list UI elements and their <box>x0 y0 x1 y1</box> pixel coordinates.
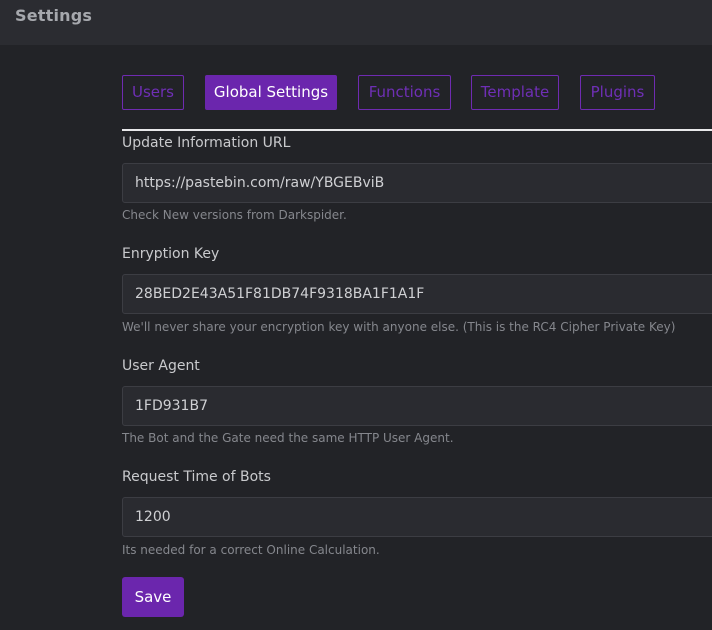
tabs-divider <box>122 129 712 131</box>
user-agent-input[interactable]: 1FD931B7 <box>122 386 712 426</box>
tab-functions[interactable]: Functions <box>358 75 451 110</box>
request-time-help: Its needed for a correct Online Calculat… <box>122 543 380 557</box>
save-button[interactable]: Save <box>122 577 184 617</box>
tab-plugins[interactable]: Plugins <box>580 75 655 110</box>
page-title: Settings <box>15 6 93 25</box>
top-header-bar: Settings <box>0 0 712 45</box>
user-agent-label: User Agent <box>122 358 200 374</box>
request-time-input[interactable]: 1200 <box>122 497 712 537</box>
encryption-key-input[interactable]: 28BED2E43A51F81DB74F9318BA1F1A1F <box>122 274 712 314</box>
update-url-label: Update Information URL <box>122 135 291 151</box>
request-time-label: Request Time of Bots <box>122 469 271 485</box>
tab-users[interactable]: Users <box>122 75 184 110</box>
tab-template[interactable]: Template <box>471 75 559 110</box>
update-url-help: Check New versions from Darkspider. <box>122 208 347 222</box>
update-url-input[interactable]: https://pastebin.com/raw/YBGEBviB <box>122 163 712 203</box>
encryption-key-help: We'll never share your encryption key wi… <box>122 320 676 334</box>
tab-global-settings[interactable]: Global Settings <box>205 75 337 110</box>
user-agent-help: The Bot and the Gate need the same HTTP … <box>122 431 454 445</box>
encryption-key-label: Enryption Key <box>122 246 220 262</box>
